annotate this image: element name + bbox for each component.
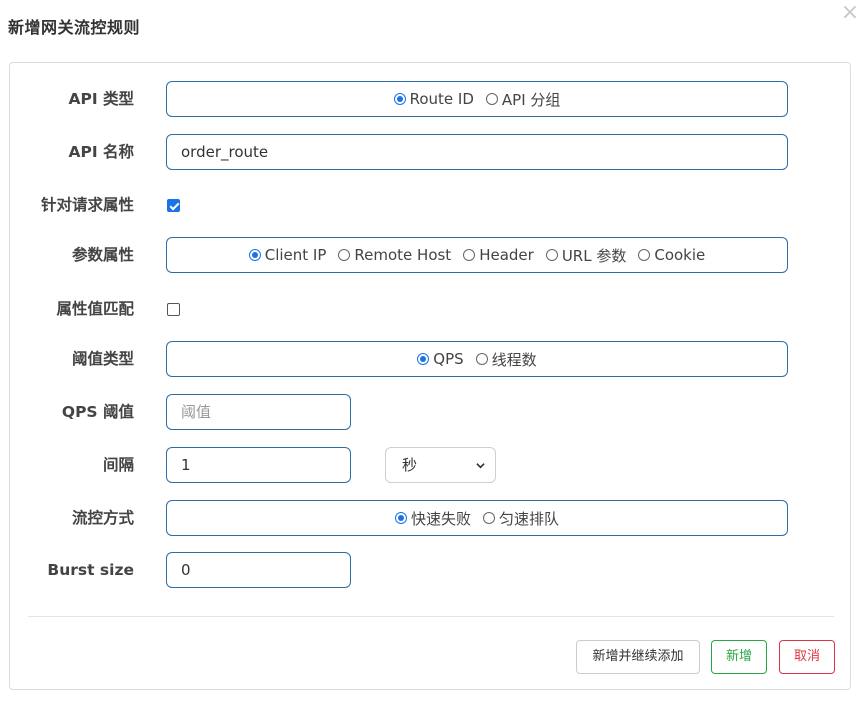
rule-form-panel: API 类型 Route ID API 分组 API 名称 order_rout… <box>9 62 851 690</box>
radio-header-label: Header <box>479 246 534 264</box>
attr-match-label: 属性值匹配 <box>56 300 134 318</box>
threshold-type-radio-group: QPS 线程数 <box>166 341 788 377</box>
radio-thread-count-label: 线程数 <box>491 350 537 369</box>
radio-cookie[interactable]: Cookie <box>638 246 705 264</box>
interval-row: 间隔 1 秒 <box>10 447 852 483</box>
radio-remote-host-label: Remote Host <box>354 246 452 264</box>
radio-url-param[interactable]: URL 参数 <box>545 245 627 266</box>
param-attr-radio-group: Client IP Remote Host Header URL 参数 Cook… <box>166 237 788 273</box>
radio-route-id-label: Route ID <box>409 90 474 108</box>
attr-match-row: 属性值匹配 <box>10 291 852 327</box>
interval-input[interactable]: 1 <box>166 447 351 483</box>
radio-checked-icon[interactable] <box>248 249 261 261</box>
api-type-radio-group: Route ID API 分组 <box>166 81 788 117</box>
radio-queue[interactable]: 匀速排队 <box>483 508 559 529</box>
radio-checked-icon[interactable] <box>394 512 407 524</box>
radio-fast-fail[interactable]: 快速失败 <box>394 508 471 529</box>
api-type-label: API 类型 <box>68 90 134 108</box>
radio-unchecked-icon[interactable] <box>545 249 558 261</box>
burst-size-row: Burst size 0 <box>10 552 852 588</box>
threshold-type-row: 阈值类型 QPS 线程数 <box>10 341 852 377</box>
footer-divider <box>28 616 834 617</box>
radio-thread-count[interactable]: 线程数 <box>475 349 537 370</box>
qps-threshold-input[interactable]: 阈值 <box>166 394 351 430</box>
radio-cookie-label: Cookie <box>654 246 706 264</box>
radio-qps-label: QPS <box>433 350 464 368</box>
qps-threshold-label: QPS 阈值 <box>61 403 134 421</box>
control-mode-row: 流控方式 快速失败 匀速排队 <box>10 500 852 536</box>
api-name-row: API 名称 order_route <box>10 134 852 170</box>
attr-match-checkbox[interactable] <box>167 303 180 316</box>
radio-api-group-label: API 分组 <box>501 90 561 109</box>
chevron-down-icon <box>476 463 485 469</box>
radio-header[interactable]: Header <box>463 246 534 264</box>
add-and-continue-button[interactable]: 新增并继续添加 <box>576 640 700 674</box>
api-name-input[interactable]: order_route <box>166 134 788 170</box>
modal-title: 新增网关流控规则 <box>8 18 141 37</box>
request-attr-row: 针对请求属性 <box>10 187 852 223</box>
radio-url-param-label: URL 参数 <box>561 246 627 265</box>
control-mode-radio-group: 快速失败 匀速排队 <box>166 500 788 536</box>
param-attr-row: 参数属性 Client IP Remote Host Header URL 参数… <box>10 237 852 273</box>
radio-checked-icon[interactable] <box>417 353 430 365</box>
interval-unit-select[interactable]: 秒 <box>385 447 496 483</box>
interval-label: 间隔 <box>102 456 134 474</box>
radio-client-ip-label: Client IP <box>264 246 327 264</box>
radio-unchecked-icon[interactable] <box>338 249 351 261</box>
radio-unchecked-icon[interactable] <box>475 353 488 365</box>
radio-unchecked-icon[interactable] <box>638 249 651 261</box>
radio-api-group[interactable]: API 分组 <box>485 89 561 110</box>
api-type-row: API 类型 Route ID API 分组 <box>10 81 852 117</box>
radio-fast-fail-label: 快速失败 <box>410 509 471 528</box>
radio-remote-host[interactable]: Remote Host <box>338 246 451 264</box>
control-mode-label: 流控方式 <box>71 509 134 527</box>
close-icon[interactable]: × <box>840 2 860 26</box>
interval-unit-value: 秒 <box>402 456 418 474</box>
radio-client-ip[interactable]: Client IP <box>248 246 327 264</box>
threshold-type-label: 阈值类型 <box>71 350 134 368</box>
request-attr-checkbox[interactable] <box>167 199 180 212</box>
param-attr-label: 参数属性 <box>71 246 134 264</box>
radio-unchecked-icon[interactable] <box>483 512 495 524</box>
add-button[interactable]: 新增 <box>711 640 767 674</box>
radio-unchecked-icon[interactable] <box>463 249 476 261</box>
radio-route-id[interactable]: Route ID <box>393 90 474 108</box>
radio-queue-label: 匀速排队 <box>499 509 560 528</box>
qps-threshold-row: QPS 阈值 阈值 <box>10 394 852 430</box>
cancel-button[interactable]: 取消 <box>779 640 835 674</box>
request-attr-label: 针对请求属性 <box>40 196 134 214</box>
burst-size-input[interactable]: 0 <box>166 552 351 588</box>
radio-unchecked-icon[interactable] <box>485 93 498 105</box>
radio-qps[interactable]: QPS <box>417 350 464 368</box>
burst-size-label: Burst size <box>47 561 134 579</box>
api-name-label: API 名称 <box>68 143 134 161</box>
radio-checked-icon[interactable] <box>393 93 406 105</box>
